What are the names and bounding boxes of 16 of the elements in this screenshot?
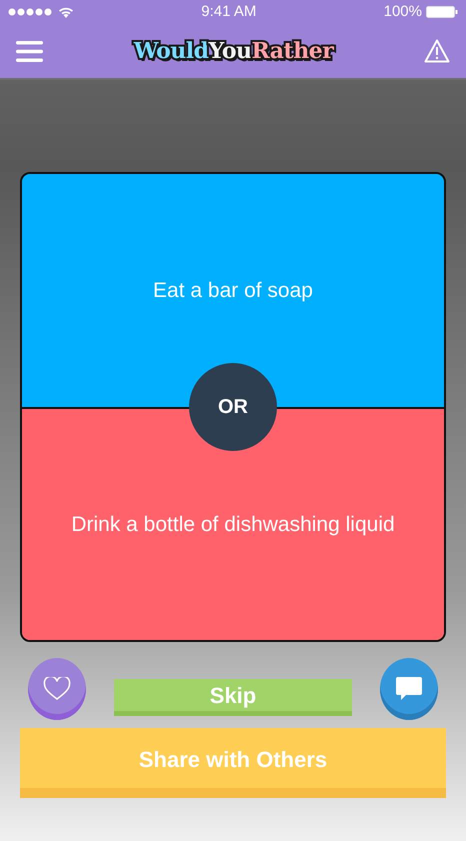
battery-percent: 100% (384, 2, 422, 22)
skip-button[interactable]: Skip (114, 678, 352, 716)
share-button[interactable]: Share with Others (20, 728, 446, 798)
signal-icon (8, 8, 54, 16)
heart-icon (43, 677, 71, 701)
logo-word: Rather (252, 38, 334, 64)
option-text: Drink a bottle of dishwashing liquid (71, 512, 395, 538)
option-text: Eat a bar of soap (153, 278, 313, 304)
wifi-icon (58, 6, 74, 18)
warning-icon[interactable] (424, 39, 450, 63)
logo-word: You (208, 38, 252, 64)
status-time: 9:41 AM (201, 2, 256, 22)
speech-bubble-icon (395, 676, 423, 702)
menu-icon[interactable] (16, 40, 43, 62)
logo-word: Would (134, 38, 209, 64)
battery-icon (426, 6, 458, 18)
